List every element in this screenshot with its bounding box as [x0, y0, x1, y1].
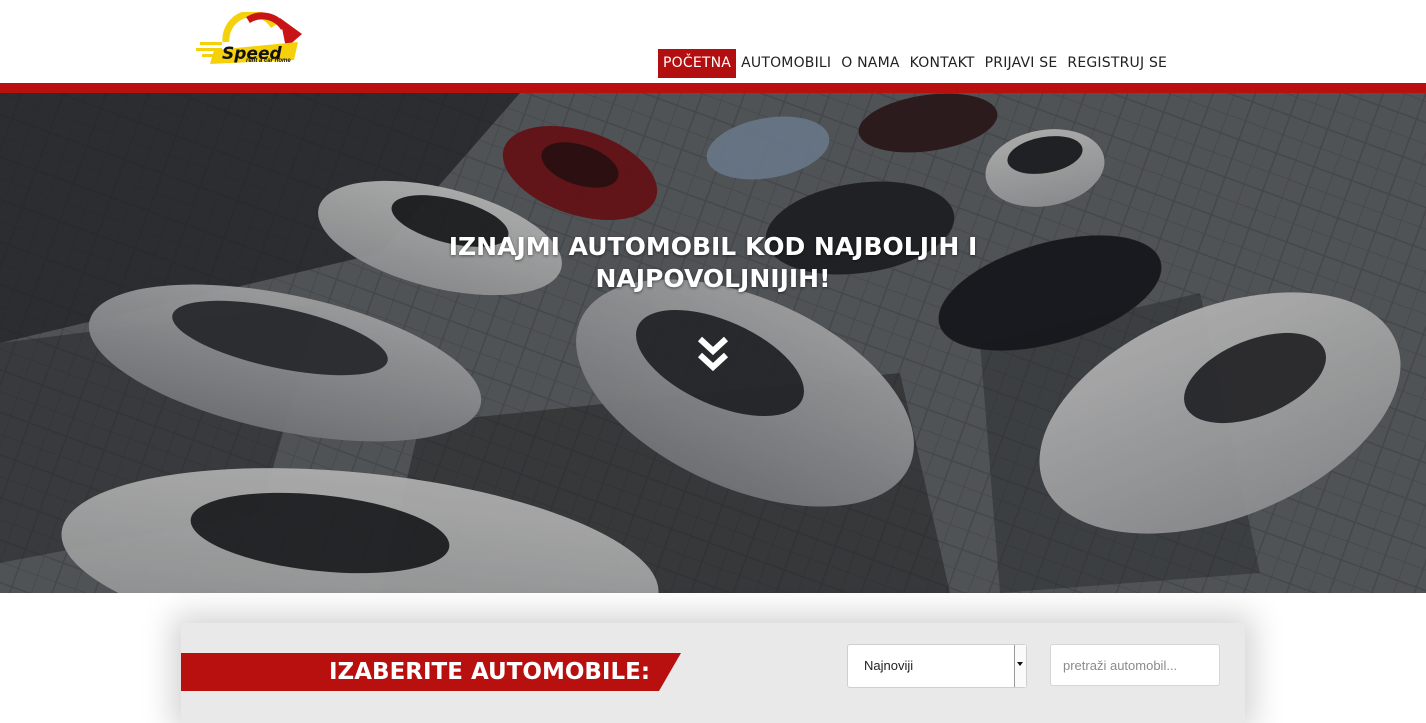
nav-item-pocetna[interactable]: POČETNA [658, 49, 737, 78]
sort-selected-value: Najnoviji [864, 658, 914, 673]
caret-down-icon [1017, 662, 1023, 666]
nav-item-kontakt[interactable]: KONTAKT [905, 49, 980, 78]
search-input[interactable] [1050, 644, 1220, 686]
hero-section: IZNAJMI AUTOMOBIL KOD NAJBOLJIH I NAJPOV… [0, 93, 1426, 593]
double-chevron-down-icon[interactable] [696, 335, 730, 375]
hero-title-line-1: IZNAJMI AUTOMOBIL KOD NAJBOLJIH I [448, 232, 978, 261]
sort-select[interactable]: Najnoviji [847, 644, 1027, 688]
logo-tagline: rent a car home [246, 58, 291, 64]
nav-item-prijavi-se[interactable]: PRIJAVI SE [980, 49, 1063, 78]
speed-logo-mark: Speed [196, 10, 302, 64]
nav-item-automobili[interactable]: AUTOMOBILI [736, 49, 836, 78]
dropdown-arrow-button[interactable] [1014, 645, 1026, 687]
speed-logo[interactable]: Speed [196, 10, 308, 74]
nav-item-registruj-se[interactable]: REGISTRUJ SE [1062, 49, 1172, 78]
hero-title: IZNAJMI AUTOMOBIL KOD NAJBOLJIH I NAJPOV… [0, 231, 1426, 295]
header-divider [0, 83, 1426, 93]
nav-item-o-nama[interactable]: O NAMA [836, 49, 904, 78]
car-filter-panel: IZABERITE AUTOMOBILE: Najnoviji [181, 623, 1245, 723]
main-nav: POČETNA AUTOMOBILI O NAMA KONTAKT PRIJAV… [658, 49, 1172, 78]
hero-title-line-2: NAJPOVOLJNIJIH! [595, 264, 831, 293]
filter-title: IZABERITE AUTOMOBILE: [329, 659, 651, 685]
site-header: Speed rent a car home POČETNA AUTOMOBILI… [0, 0, 1426, 83]
